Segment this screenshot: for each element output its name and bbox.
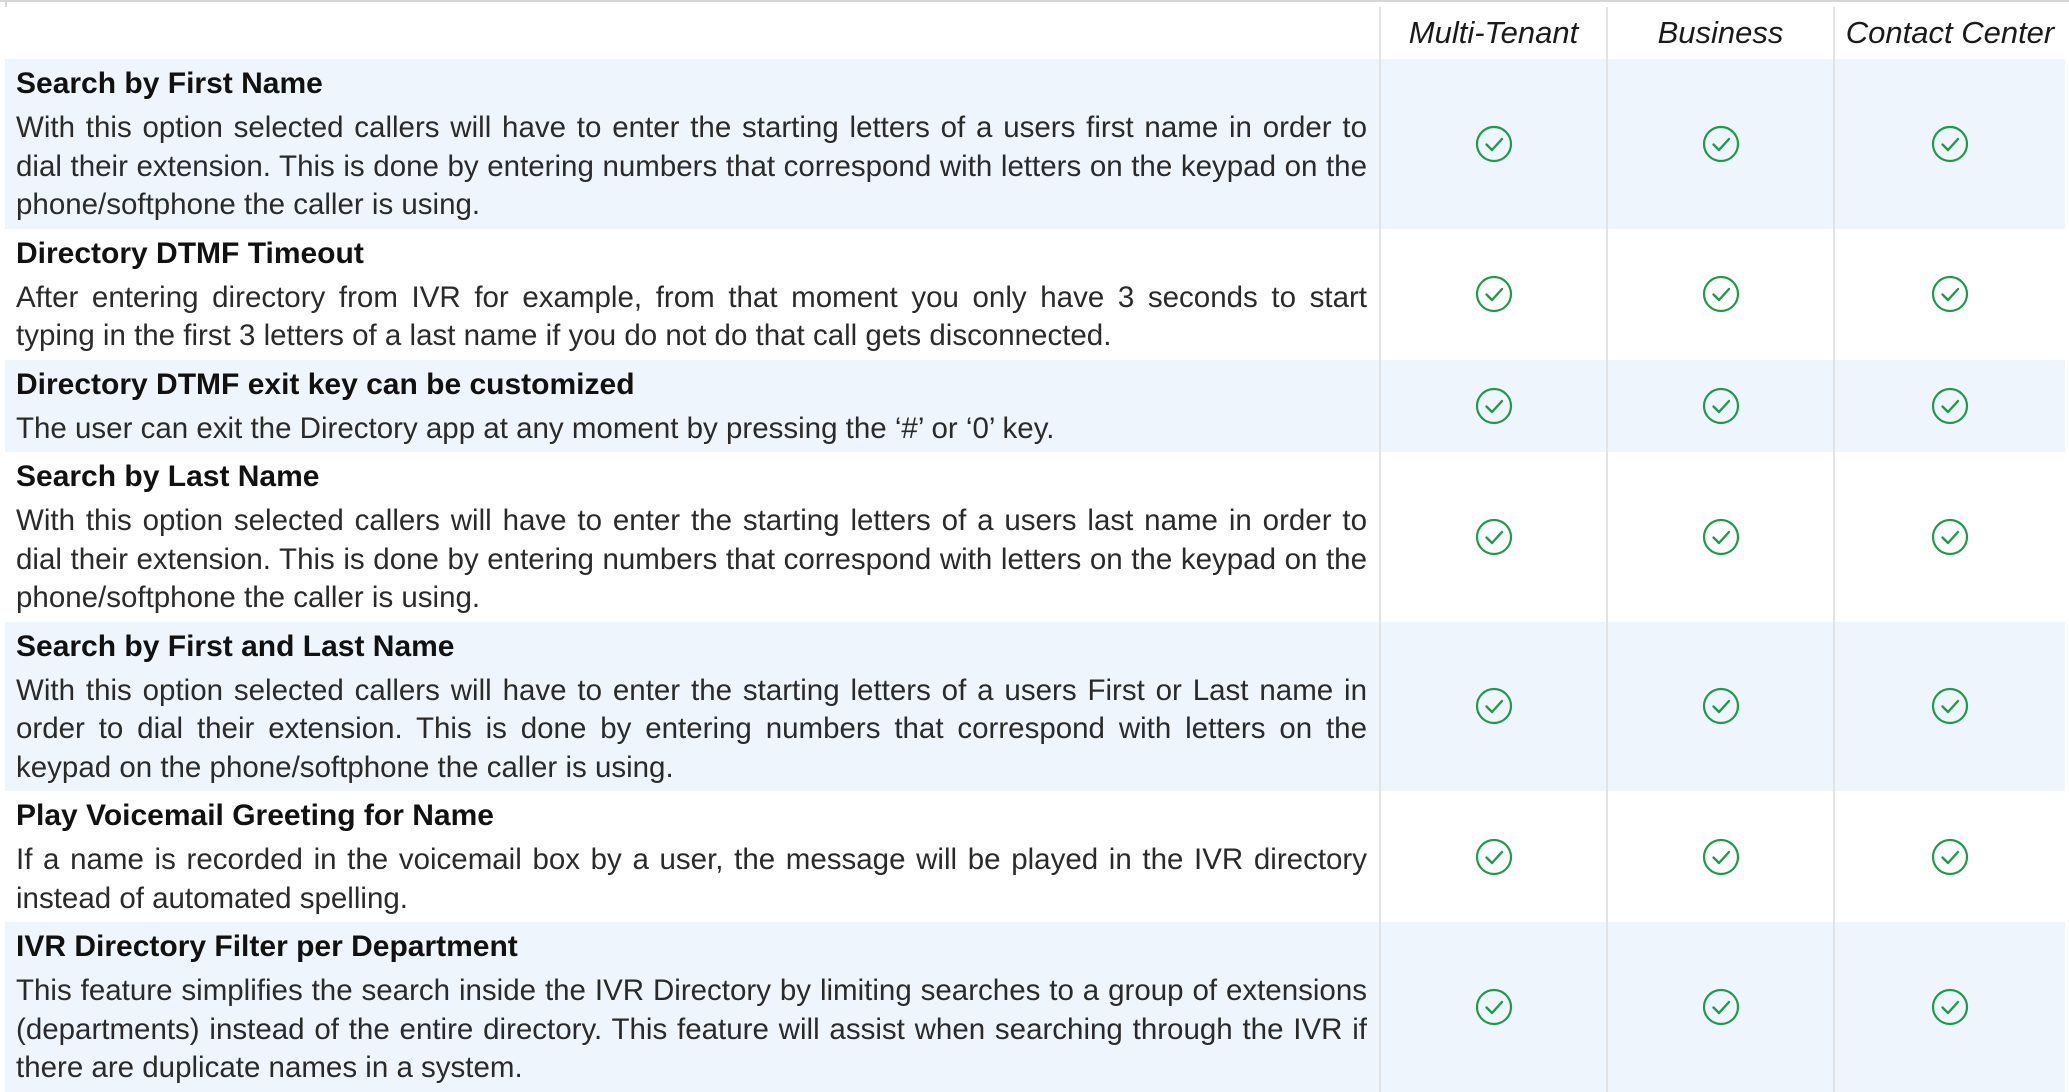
availability-cell-contact-center [1833, 452, 2065, 622]
table-row: Search by First Name With this option sel… [5, 59, 2065, 229]
feature-title: Search by First and Last Name [16, 629, 455, 663]
feature-column-header [5, 7, 1380, 59]
table-row: IVR Directory Filter per Department This … [5, 922, 2065, 1092]
feature-title: Search by First Name [16, 67, 323, 100]
feature-comparison-table-wrapper: Multi-Tenant Business Contact Center Sea… [5, 7, 2065, 1092]
availability-cell-multi-tenant [1379, 621, 1607, 791]
feature-title: Search by Last Name [16, 460, 320, 493]
check-circle-icon [1931, 518, 1969, 555]
feature-description: With this option selected callers will h… [16, 504, 1367, 614]
table-row: Search by First and Last Name With this o… [5, 621, 2065, 791]
feature-title: Directory DTMF Timeout [16, 236, 364, 270]
feature-cell: IVR Directory Filter per Department This … [5, 922, 1380, 1092]
feature-description: The user can exit the Directory app at a… [16, 411, 1055, 445]
table-row: Directory DTMF exit key can be customize… [5, 359, 2065, 452]
availability-cell-business [1606, 359, 1834, 452]
check-circle-icon [1702, 125, 1739, 162]
feature-description: With this option selected callers will h… [16, 673, 1367, 784]
availability-cell-multi-tenant [1379, 922, 1607, 1092]
availability-cell-multi-tenant [1379, 452, 1607, 622]
edition-header-contact-center: Contact Center [1833, 7, 2065, 59]
check-circle-icon [1475, 518, 1512, 555]
check-circle-icon [1475, 125, 1512, 162]
check-circle-icon [1931, 275, 1969, 313]
edition-header-business: Business [1606, 7, 1834, 59]
check-circle-icon [1702, 387, 1739, 424]
availability-cell-business [1606, 621, 1834, 791]
check-circle-icon [1931, 125, 1969, 162]
table-row: Search by Last Name With this option sele… [5, 452, 2065, 622]
feature-rows: Search by First Name With this option sel… [5, 59, 2065, 1092]
availability-cell-business [1606, 228, 1834, 360]
check-circle-icon [1475, 387, 1512, 424]
availability-cell-contact-center [1833, 791, 2065, 922]
availability-cell-business [1606, 791, 1834, 922]
check-circle-icon [1931, 838, 1969, 875]
feature-title: Play Voicemail Greeting for Name [16, 799, 494, 832]
feature-comparison-table: Multi-Tenant Business Contact Center Sea… [5, 7, 2065, 1092]
feature-description: If a name is recorded in the voicemail b… [16, 843, 1367, 915]
check-circle-icon [1475, 688, 1512, 725]
check-circle-icon [1702, 838, 1739, 875]
availability-cell-business [1606, 922, 1834, 1092]
feature-description: After entering directory from IVR for ex… [16, 280, 1367, 353]
check-circle-icon [1931, 688, 1969, 725]
feature-cell: Search by Last Name With this option sele… [5, 452, 1380, 622]
check-circle-icon [1931, 988, 1969, 1025]
edition-header-multi-tenant: Multi-Tenant [1379, 7, 1607, 59]
feature-description: With this option selected callers will h… [16, 111, 1367, 221]
feature-title: Directory DTMF exit key can be customize… [16, 367, 635, 401]
table-top-border [0, 0, 2069, 2]
check-circle-icon [1931, 387, 1969, 424]
feature-cell: Directory DTMF exit key can be customize… [5, 359, 1380, 452]
check-circle-icon [1702, 275, 1739, 313]
availability-cell-business [1606, 59, 1834, 229]
availability-cell-contact-center [1833, 228, 2065, 360]
table-header-row: Multi-Tenant Business Contact Center [5, 7, 2065, 59]
feature-cell: Search by First and Last Name With this o… [5, 621, 1380, 791]
feature-description: This feature simplifies the search insid… [16, 974, 1367, 1084]
feature-title: IVR Directory Filter per Department [16, 930, 518, 963]
availability-cell-contact-center [1833, 621, 2065, 791]
availability-cell-multi-tenant [1379, 59, 1607, 229]
availability-cell-business [1606, 452, 1834, 622]
check-circle-icon [1702, 688, 1739, 725]
check-circle-icon [1702, 518, 1739, 555]
feature-cell: Search by First Name With this option sel… [5, 59, 1380, 229]
check-circle-icon [1475, 988, 1512, 1025]
check-circle-icon [1475, 838, 1512, 875]
check-circle-icon [1475, 275, 1512, 313]
table-row: Directory DTMF Timeout After entering dir… [5, 228, 2065, 360]
feature-cell: Play Voicemail Greeting for Name If a nam… [5, 791, 1380, 922]
feature-cell: Directory DTMF Timeout After entering dir… [5, 228, 1380, 360]
availability-cell-multi-tenant [1379, 359, 1607, 452]
availability-cell-contact-center [1833, 359, 2065, 452]
availability-cell-multi-tenant [1379, 791, 1607, 922]
availability-cell-multi-tenant [1379, 228, 1607, 360]
table-row: Play Voicemail Greeting for Name If a nam… [5, 791, 2065, 922]
availability-cell-contact-center [1833, 59, 2065, 229]
availability-cell-contact-center [1833, 922, 2065, 1092]
check-circle-icon [1702, 988, 1739, 1025]
